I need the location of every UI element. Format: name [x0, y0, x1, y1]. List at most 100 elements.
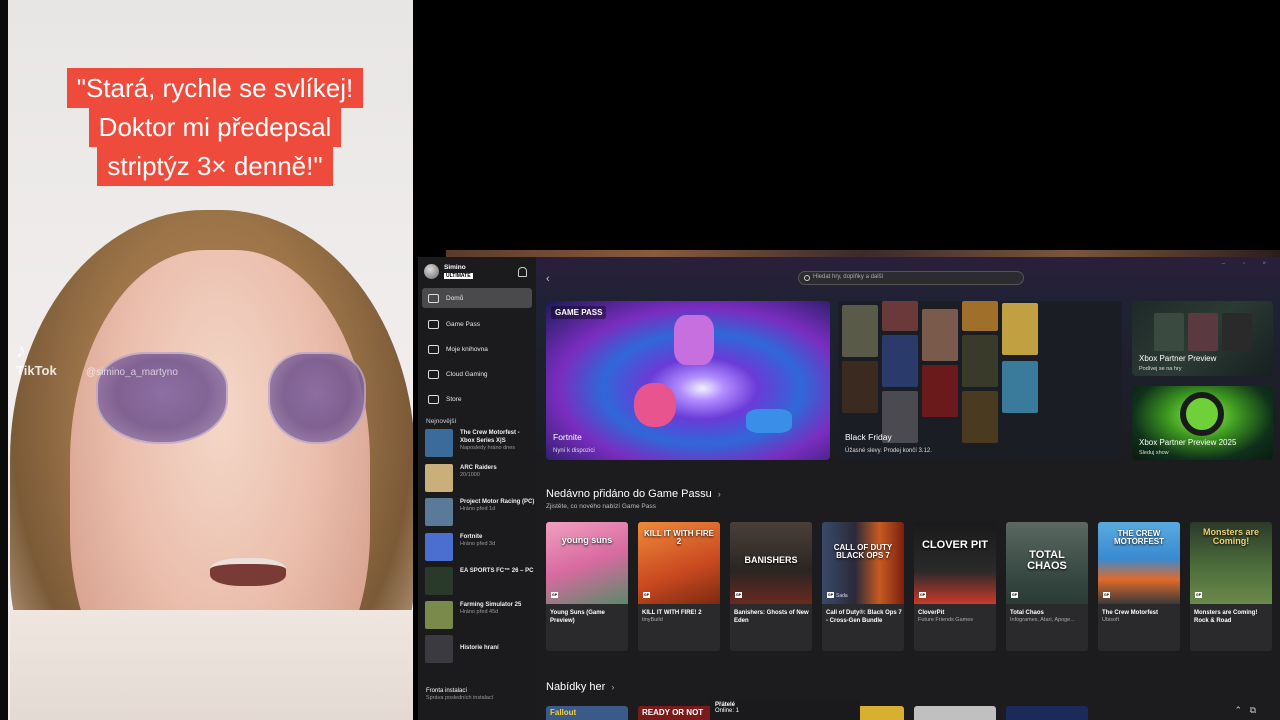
game-card[interactable]: CALL OF DUTY BLACK OPS 7 GP Sada Call of…: [822, 522, 904, 651]
offer-tile[interactable]: [914, 706, 996, 720]
game-cover: [1222, 313, 1252, 351]
nav-item-cloud-gaming[interactable]: Cloud Gaming: [422, 364, 532, 384]
game-cover: [1002, 361, 1038, 413]
hero-subtitle: Úžasné slevy. Prodej končí 3.12.: [845, 448, 932, 454]
cloud-icon: [428, 369, 439, 379]
offer-title: READY OR NOT: [642, 708, 704, 717]
hero-title: Xbox Partner Preview: [1139, 354, 1217, 363]
sidebar: Simino ULTIMATE Domů Game Pass Moje knih…: [418, 257, 536, 720]
hero-fortnite[interactable]: GAME PASS Fortnite Nyní k dispozici: [546, 301, 830, 460]
hero-xbox-partner-preview-2025[interactable]: Xbox Partner Preview 2025 Sleduj show: [1132, 386, 1273, 460]
recent-sub: 20/1000: [460, 472, 480, 479]
game-title: Young Suns (Game Preview): [550, 610, 605, 625]
game-cover: [962, 301, 998, 331]
recent-item[interactable]: The Crew Motorfest - Xbox Series X|S Napo…: [425, 429, 535, 459]
hero-xbox-partner-preview[interactable]: Xbox Partner Preview Podívej se na hry: [1132, 301, 1273, 376]
section-title-text: Nedávno přidáno do Game Passu: [546, 488, 712, 500]
recent-title: The Crew Motorfest - Xbox Series X|S: [460, 430, 520, 445]
search-placeholder: Hledat hry, doplňky a další: [813, 274, 884, 280]
game-thumbnail: [425, 429, 453, 457]
install-queue[interactable]: Fronta instalací Správa posledních insta…: [426, 687, 493, 703]
hero-title: Fortnite: [553, 432, 582, 442]
section-title-text: Nabídky her: [546, 681, 606, 693]
friends-panel[interactable]: Přátelé Online: 1: [710, 700, 860, 720]
friends-controls[interactable]: ⌃ ⧉: [1235, 705, 1257, 716]
game-card[interactable]: KILL IT WITH FIRE 2 GP KILL IT WITH FIRE…: [638, 522, 720, 651]
recent-sub: Hráno před 1d: [460, 506, 496, 513]
game-cover: [882, 301, 918, 331]
game-card[interactable]: TOTAL CHAOS GP Total Chaos Infogrames, A…: [1006, 522, 1088, 651]
tiktok-handle: @simino_a_martyno: [86, 367, 178, 378]
game-cover: [922, 365, 958, 417]
offer-tile[interactable]: Fallout: [546, 706, 628, 720]
nav-item-gamepass[interactable]: Game Pass: [422, 314, 532, 334]
recent-item[interactable]: Farming Simulator 25 Hráno před 45d: [425, 601, 535, 631]
hero-subtitle: Podívej se na hry: [1139, 366, 1182, 372]
game-cover: [962, 391, 998, 443]
window-controls[interactable]: – ▫ ×: [1222, 261, 1274, 267]
game-cover: [842, 361, 878, 413]
game-cover: [1002, 303, 1038, 355]
back-arrow-icon[interactable]: ‹: [546, 273, 550, 285]
recent-title: Farming Simulator 25: [460, 602, 522, 608]
hero-black-friday[interactable]: Black Friday Úžasné slevy. Prodej končí …: [838, 301, 1122, 460]
game-title: Total Chaos: [1010, 610, 1044, 616]
offer-tile[interactable]: [1006, 706, 1088, 720]
game-card[interactable]: young suns GP Young Suns (Game Preview): [546, 522, 628, 651]
gamepass-badge-icon: GP: [735, 592, 743, 598]
recent-item[interactable]: EA SPORTS FC™ 26 – PC: [425, 567, 535, 597]
game-card[interactable]: CLOVER PIT GP CloverPit Future Friends G…: [914, 522, 996, 651]
game-publisher: tinyBuild: [642, 617, 663, 623]
hero-subtitle: Sleduj show: [1139, 450, 1169, 456]
gamepass-badge: GAME PASS: [551, 306, 607, 319]
game-card[interactable]: Monsters are Coming! GP Monsters are Com…: [1190, 522, 1272, 651]
hero-subtitle: Nyní k dispozici: [553, 448, 595, 454]
game-card[interactable]: BANISHERS GP Banishers: Ghosts of New Ed…: [730, 522, 812, 651]
section-recently-added-title[interactable]: Nedávno přidáno do Game Passu ›: [546, 488, 721, 500]
bell-icon[interactable]: [518, 267, 527, 277]
history-link[interactable]: Historie hraní: [425, 635, 535, 665]
game-cover: [922, 309, 958, 361]
section-recently-added-sub: Zjistěte, co nového nabízí Game Pass: [546, 503, 656, 510]
tiktok-watermark: ♪ TikTok @simino_a_martyno: [16, 340, 178, 378]
nav-item-home[interactable]: Domů: [422, 288, 532, 308]
game-art: [822, 522, 904, 604]
recent-sub: Hráno před 45d: [460, 609, 499, 616]
history-thumbnail: [425, 635, 453, 663]
game-art-title: CALL OF DUTY BLACK OPS 7: [833, 543, 893, 560]
nav-label: Cloud Gaming: [446, 370, 488, 378]
popout-icon[interactable]: ⧉: [1250, 705, 1256, 715]
caption-line-1: "Stará, rychle se svlíkej!: [66, 68, 364, 108]
game-art-title: BANISHERS: [744, 555, 798, 565]
offer-title: Fallout: [550, 708, 577, 717]
nav-item-store[interactable]: Store: [422, 389, 532, 409]
game-card[interactable]: THE CREW MOTORFEST GP The Crew Motorfest…: [1098, 522, 1180, 651]
game-thumbnail: [425, 533, 453, 561]
bundle-label: Sada: [836, 593, 848, 599]
game-thumbnail: [425, 498, 453, 526]
recent-item[interactable]: Fortnite Hráno před 3d: [425, 533, 535, 563]
search-input[interactable]: Hledat hry, doplňky a další: [798, 271, 1024, 285]
chevron-up-icon[interactable]: ⌃: [1235, 705, 1243, 715]
game-publisher: Infogrames, Atari, Apoge...: [1010, 617, 1075, 623]
store-icon: [428, 394, 439, 404]
gamepass-badge-icon: GP: [1103, 592, 1111, 598]
nav-label: Store: [446, 395, 462, 403]
install-queue-title: Fronta instalací: [426, 688, 468, 694]
fortnite-art: [634, 383, 676, 427]
nav-item-library[interactable]: Moje knihovna: [422, 339, 532, 359]
profile[interactable]: Simino ULTIMATE: [424, 264, 473, 280]
home-icon: [428, 293, 439, 303]
nav-label: Moje knihovna: [446, 345, 488, 353]
game-title: Monsters are Coming! Rock & Road: [1194, 610, 1258, 625]
section-game-offers-title[interactable]: Nabídky her ›: [546, 681, 614, 693]
game-art-title: KILL IT WITH FIRE 2: [643, 529, 715, 546]
recent-item[interactable]: Project Motor Racing (PC) Hráno před 1d: [425, 498, 535, 528]
game-art-title: THE CREW MOTORFEST: [1113, 529, 1165, 546]
recent-item[interactable]: ARC Raiders 20/1000: [425, 464, 535, 494]
xbox-logo-icon: [1180, 392, 1224, 436]
avatar[interactable]: [424, 264, 439, 280]
offer-tile[interactable]: READY OR NOT: [638, 706, 720, 720]
library-icon: [428, 344, 439, 354]
game-cover: [1188, 313, 1218, 351]
